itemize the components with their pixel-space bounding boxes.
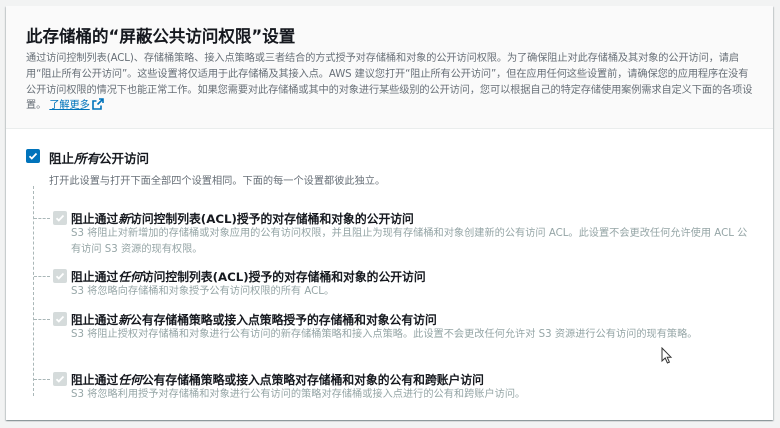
tree-branch xyxy=(34,319,50,320)
check-icon xyxy=(55,214,65,222)
label-emphasis: 所有 xyxy=(74,151,100,166)
block-any-acl-description: S3 将忽略向存储桶和对象授予公有访问权限的所有 ACL。 xyxy=(71,286,335,297)
panel-description: 通过访问控制列表(ACL)、存储桶策略、接入点策略或三者结合的方式授予对存储桶和… xyxy=(26,51,756,114)
block-any-policy-description: S3 将忽略利用授予对存储桶和对象进行公有访问的策略对存储桶或接入点进行的公有和… xyxy=(71,389,526,400)
label-prefix: 阻止 xyxy=(49,151,75,166)
description-text: 通过访问控制列表(ACL)、存储桶策略、接入点策略或三者结合的方式授予对存储桶和… xyxy=(26,53,753,112)
block-any-policy-checkbox[interactable] xyxy=(53,372,67,386)
block-public-access-panel: 此存储桶的“屏蔽公共访问权限”设置 通过访问控制列表(ACL)、存储桶策略、接入… xyxy=(6,6,773,420)
panel-title: 此存储桶的“屏蔽公共访问权限”设置 xyxy=(26,27,296,46)
mouse-cursor-icon xyxy=(661,346,673,368)
label-prefix: 阻止通过 xyxy=(71,313,119,327)
label-emphasis: 新 xyxy=(118,212,131,226)
label-emphasis: 新 xyxy=(118,313,131,327)
label-prefix: 阻止通过 xyxy=(71,373,119,387)
block-new-policy-checkbox[interactable] xyxy=(53,312,67,326)
check-icon xyxy=(55,315,65,323)
label-emphasis: 任何 xyxy=(118,270,142,284)
label-suffix: 公有存储桶策略或接入点策略对存储桶和对象的公有和跨账户访问 xyxy=(141,373,484,387)
external-link-icon xyxy=(91,98,104,111)
learn-more-label: 了解更多 xyxy=(49,100,90,112)
label-prefix: 阻止通过 xyxy=(71,212,119,226)
label-suffix: 公有存储桶策略或接入点策略授予的存储桶和对象公有访问 xyxy=(130,313,437,327)
tree-branch xyxy=(34,276,50,277)
block-new-policy-label: 阻止通过新公有存储桶策略或接入点策略授予的存储桶和对象公有访问 xyxy=(71,311,437,328)
check-icon xyxy=(28,152,38,160)
label-suffix: 访问控制列表(ACL)授予的对存储桶和对象的公开访问 xyxy=(130,212,414,226)
block-all-label[interactable]: 阻止所有公开访问 xyxy=(49,148,149,167)
label-suffix: 访问控制列表(ACL)授予的对存储桶和对象的公开访问 xyxy=(141,270,426,284)
block-any-policy-label: 阻止通过任何公有存储桶策略或接入点策略对存储桶和对象的公有和跨账户访问 xyxy=(71,371,484,388)
tree-branch xyxy=(34,379,50,380)
block-new-acl-description: S3 将阻止对新增加的存储桶或对象应用的公有访问权限，并且阻止为现有存储桶和对象… xyxy=(71,228,748,255)
panel-header: 此存储桶的“屏蔽公共访问权限”设置 通过访问控制列表(ACL)、存储桶策略、接入… xyxy=(6,6,773,129)
learn-more-link[interactable]: 了解更多 xyxy=(49,98,104,112)
label-emphasis: 任何 xyxy=(118,373,142,387)
check-icon xyxy=(55,375,65,383)
label-prefix: 阻止通过 xyxy=(71,270,119,284)
check-icon xyxy=(55,272,65,280)
tree-branch xyxy=(34,218,50,219)
label-suffix: 公开访问 xyxy=(99,151,150,166)
block-new-acl-checkbox[interactable] xyxy=(53,211,67,225)
block-any-acl-label: 阻止通过任何访问控制列表(ACL)授予的对存储桶和对象的公开访问 xyxy=(71,268,426,285)
block-new-policy-description: S3 将阻止授权对存储桶和对象进行公有访问的新存储桶策略和接入点策略。此设置不会… xyxy=(71,329,698,340)
block-all-checkbox[interactable] xyxy=(26,149,40,163)
block-all-description: 打开此设置与打开下面全部四个设置相同。下面的每一个设置都彼此独立。 xyxy=(49,176,386,187)
block-new-acl-label: 阻止通过新访问控制列表(ACL)授予的对存储桶和对象的公开访问 xyxy=(71,210,414,227)
block-any-acl-checkbox[interactable] xyxy=(53,269,67,283)
